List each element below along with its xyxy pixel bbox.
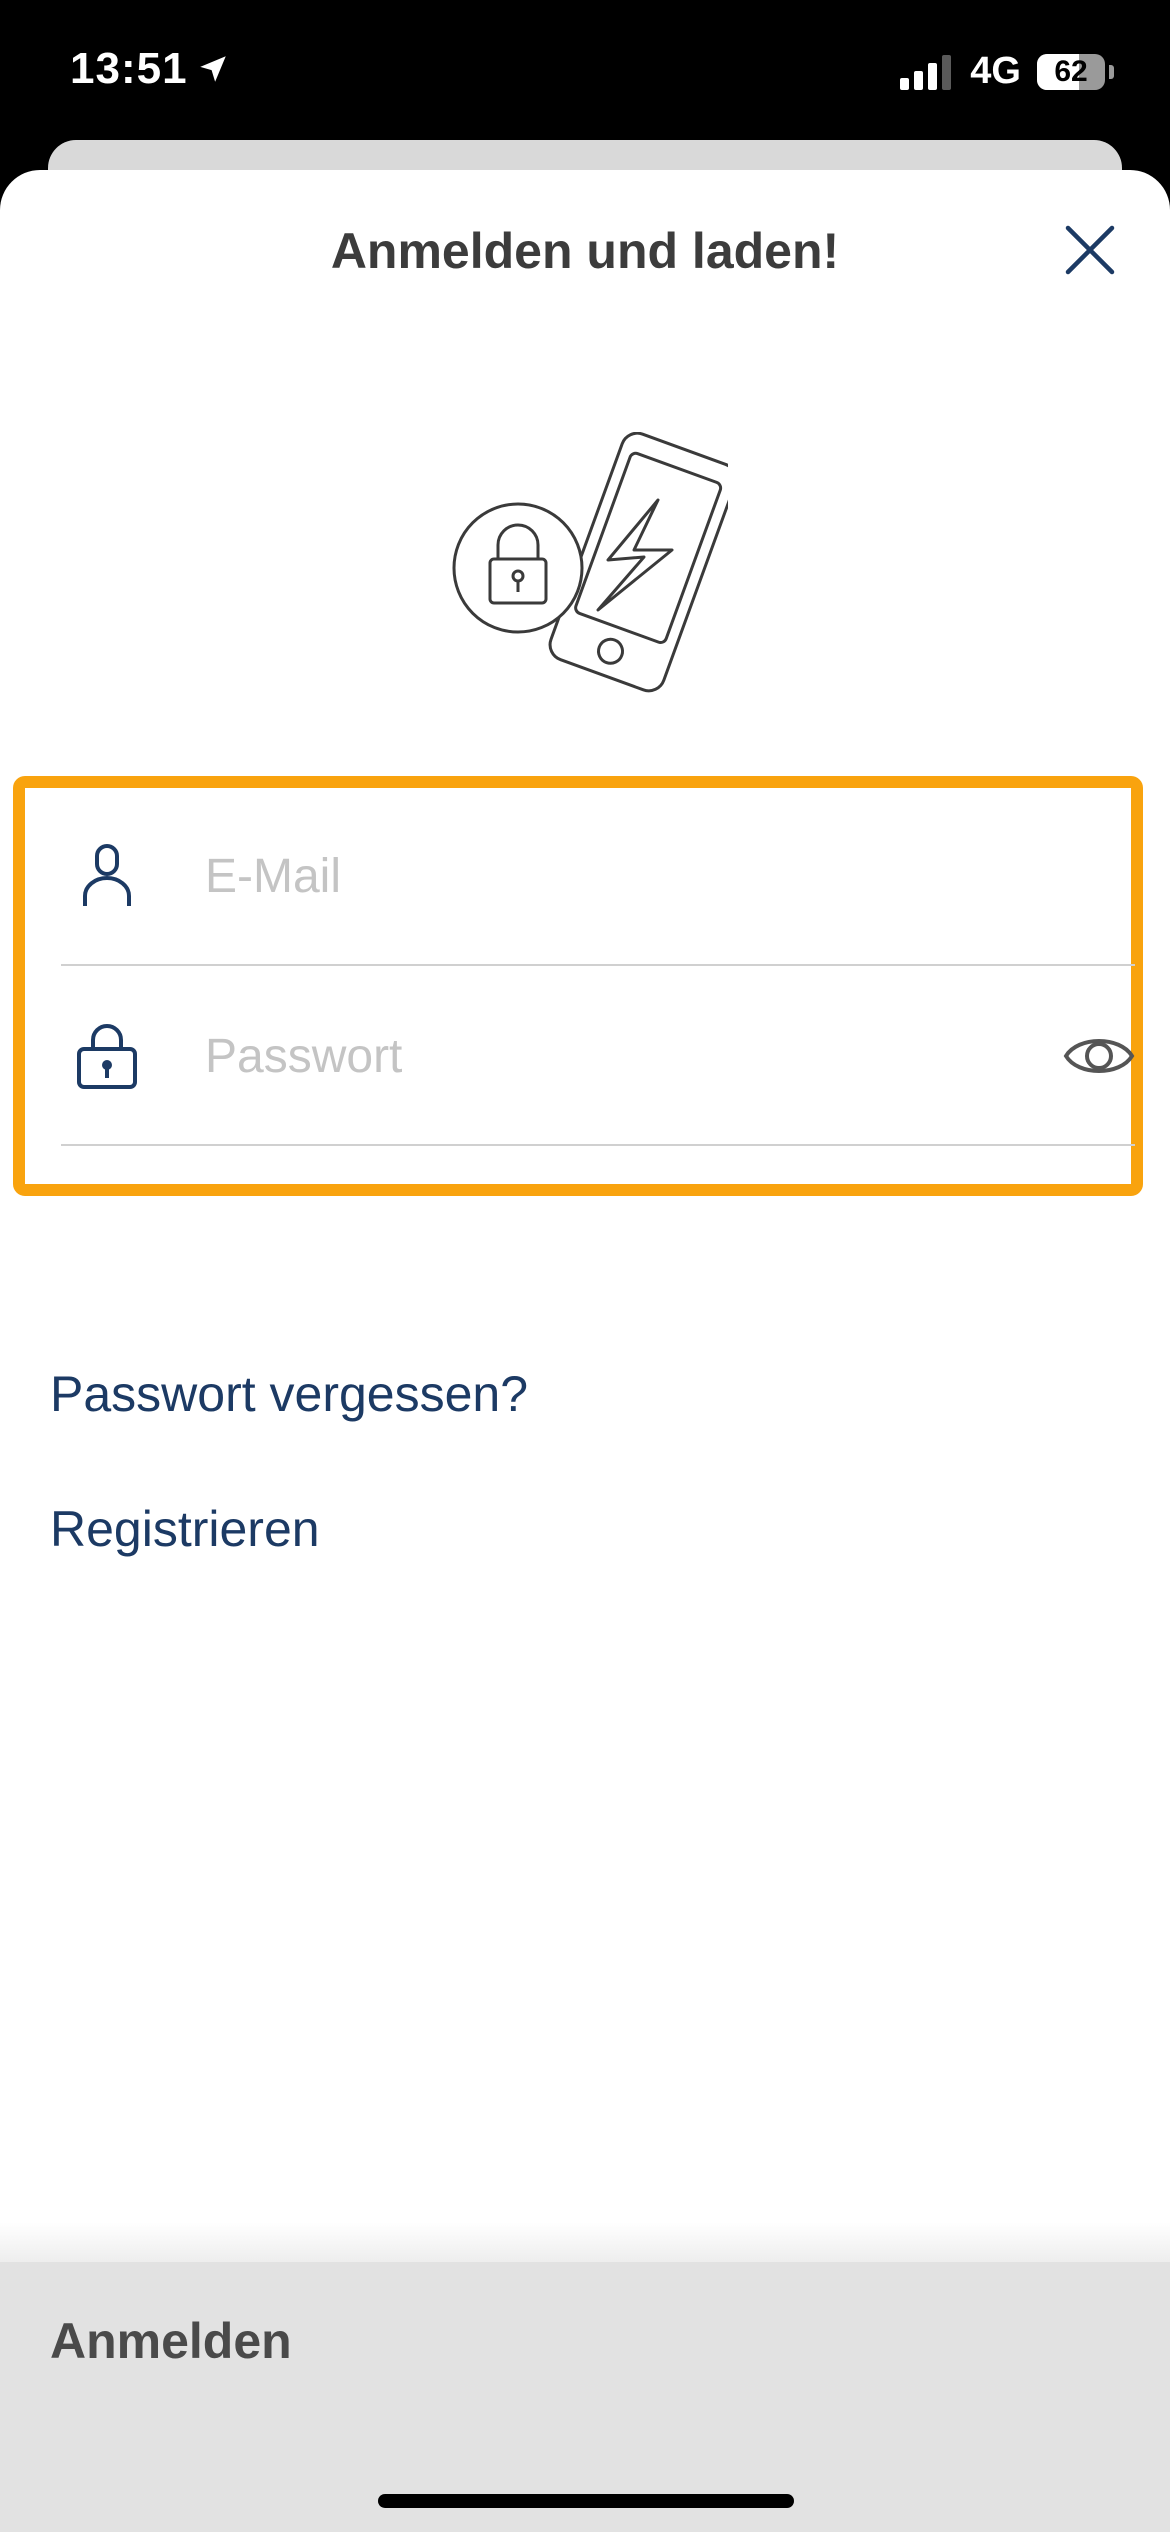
close-x-icon: [1065, 225, 1115, 275]
cellular-signal-icon: [900, 54, 952, 90]
battery-percent: 62: [1054, 54, 1088, 88]
battery-nub: [1109, 64, 1114, 79]
sheet-title: Anmelden und laden!: [330, 223, 840, 279]
status-bar: 13:51 4G 62: [0, 0, 1170, 150]
status-indicators: 4G 62: [900, 50, 1114, 93]
bottom-fade: [0, 2222, 1170, 2262]
password-row: [61, 968, 1135, 1146]
user-icon: [83, 844, 131, 906]
network-type: 4G: [970, 50, 1021, 92]
location-arrow-icon: [199, 56, 226, 82]
home-indicator: [378, 2494, 794, 2508]
forgot-password-link[interactable]: Passwort vergessen?: [50, 1365, 528, 1423]
status-time: 13:51: [70, 44, 188, 93]
phone-lock-charging-icon: [452, 432, 728, 693]
email-row: [61, 788, 1135, 966]
bottom-action-bar: Anmelden: [0, 2262, 1170, 2532]
register-link[interactable]: Registrieren: [50, 1500, 320, 1558]
battery-icon: 62: [1037, 53, 1105, 90]
password-field[interactable]: [205, 1016, 1005, 1096]
status-time-group: 13:51: [70, 44, 230, 94]
login-form-highlight: [13, 776, 1143, 1196]
login-button[interactable]: Anmelden: [50, 2312, 292, 2370]
eye-icon[interactable]: [1063, 1028, 1135, 1084]
close-button[interactable]: [1060, 220, 1120, 280]
login-sheet: Anmelden und laden! E-Mail Passwort verg…: [0, 170, 1170, 2532]
email-field[interactable]: [205, 836, 1005, 916]
lock-icon: [77, 1024, 137, 1089]
